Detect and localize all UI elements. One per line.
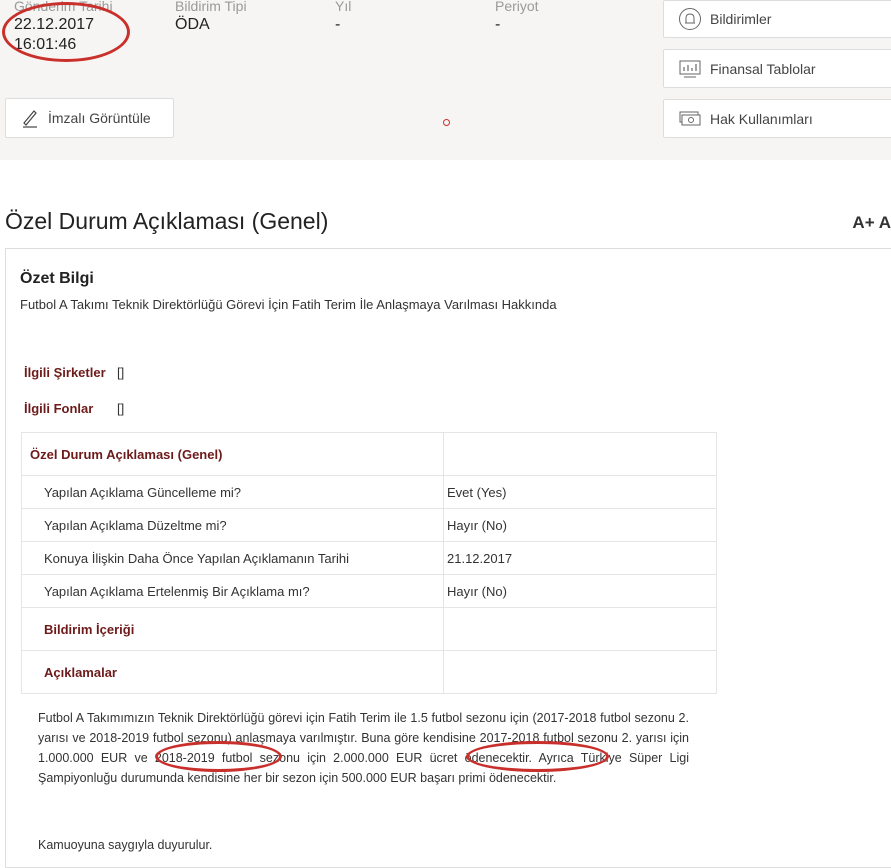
amount-highlight-ellipse-2 [466,741,609,772]
row-label: Konuya İlişkin Daha Önce Yapılan Açıklam… [21,541,444,575]
closing-text: Kamuoyuna saygıyla duyurulur. [38,838,213,852]
font-size-toggle[interactable]: A+ A [852,213,891,233]
rights-label: Hak Kullanımları [710,110,813,127]
year-label: Yıl [335,0,352,14]
signed-view-label: İmzalı Görüntüle [48,110,151,126]
row-label: Yapılan Açıklama Güncelleme mi? [21,475,444,509]
disclosure-details-table: Özel Durum Açıklaması (Genel) Yapılan Aç… [21,432,717,694]
bell-icon [679,8,701,30]
period-label: Periyot [495,0,539,14]
row-label: Yapılan Açıklama Ertelenmiş Bir Açıklama… [21,574,444,608]
money-stack-icon [679,111,701,125]
explanations-label: Açıklamalar [21,650,444,694]
row-value: Hayır (No) [443,574,717,608]
financial-tables-button[interactable]: Finansal Tablolar [663,49,891,88]
status-dot [443,119,450,126]
page-title: Özel Durum Açıklaması (Genel) [5,208,329,234]
table-row: Açıklamalar [21,650,717,694]
related-companies-label[interactable]: İlgili Şirketler [24,365,106,380]
details-heading: Özel Durum Açıklaması (Genel) [21,432,444,476]
related-companies-value: [] [117,365,125,380]
table-row: Özel Durum Açıklaması (Genel) [21,432,717,476]
row-value: 21.12.2017 [443,541,717,575]
table-row: Konuya İlişkin Daha Önce Yapılan Açıklam… [21,541,717,575]
signed-view-button[interactable]: İmzalı Görüntüle [5,98,174,138]
year-value: - [335,16,341,33]
notifications-label: Bildirimler [710,11,772,27]
table-row: Bildirim İçeriği [21,607,717,651]
row-value: Hayır (No) [443,508,717,542]
monitor-chart-icon [679,60,701,77]
content-label: Bildirim İçeriği [21,607,444,651]
notifications-button[interactable]: Bildirimler [663,0,891,38]
table-row: Yapılan Açıklama Düzeltme mi? Hayır (No) [21,508,717,542]
table-row: Yapılan Açıklama Ertelenmiş Bir Açıklama… [21,574,717,608]
row-label: Yapılan Açıklama Düzeltme mi? [21,508,444,542]
amount-highlight-ellipse-1 [155,741,282,772]
signature-pen-icon [23,110,37,128]
notification-type-value: ÖDA [175,16,210,33]
financial-tables-label: Finansal Tablolar [710,60,816,77]
period-value: - [495,16,501,33]
related-funds-label[interactable]: İlgili Fonlar [24,401,93,416]
summary-text: Futbol A Takımı Teknik Direktörlüğü Göre… [20,297,557,312]
row-value: Evet (Yes) [443,475,717,509]
date-highlight-ellipse [2,2,130,62]
notification-type-label: Bildirim Tipi [175,0,247,14]
related-funds-value: [] [117,401,125,416]
summary-title: Özet Bilgi [20,270,94,287]
table-row: Yapılan Açıklama Güncelleme mi? Evet (Ye… [21,475,717,509]
rights-button[interactable]: Hak Kullanımları [663,99,891,138]
disclosure-header: Gönderim Tarihi 22.12.2017 16:01:46 Bild… [0,0,891,160]
